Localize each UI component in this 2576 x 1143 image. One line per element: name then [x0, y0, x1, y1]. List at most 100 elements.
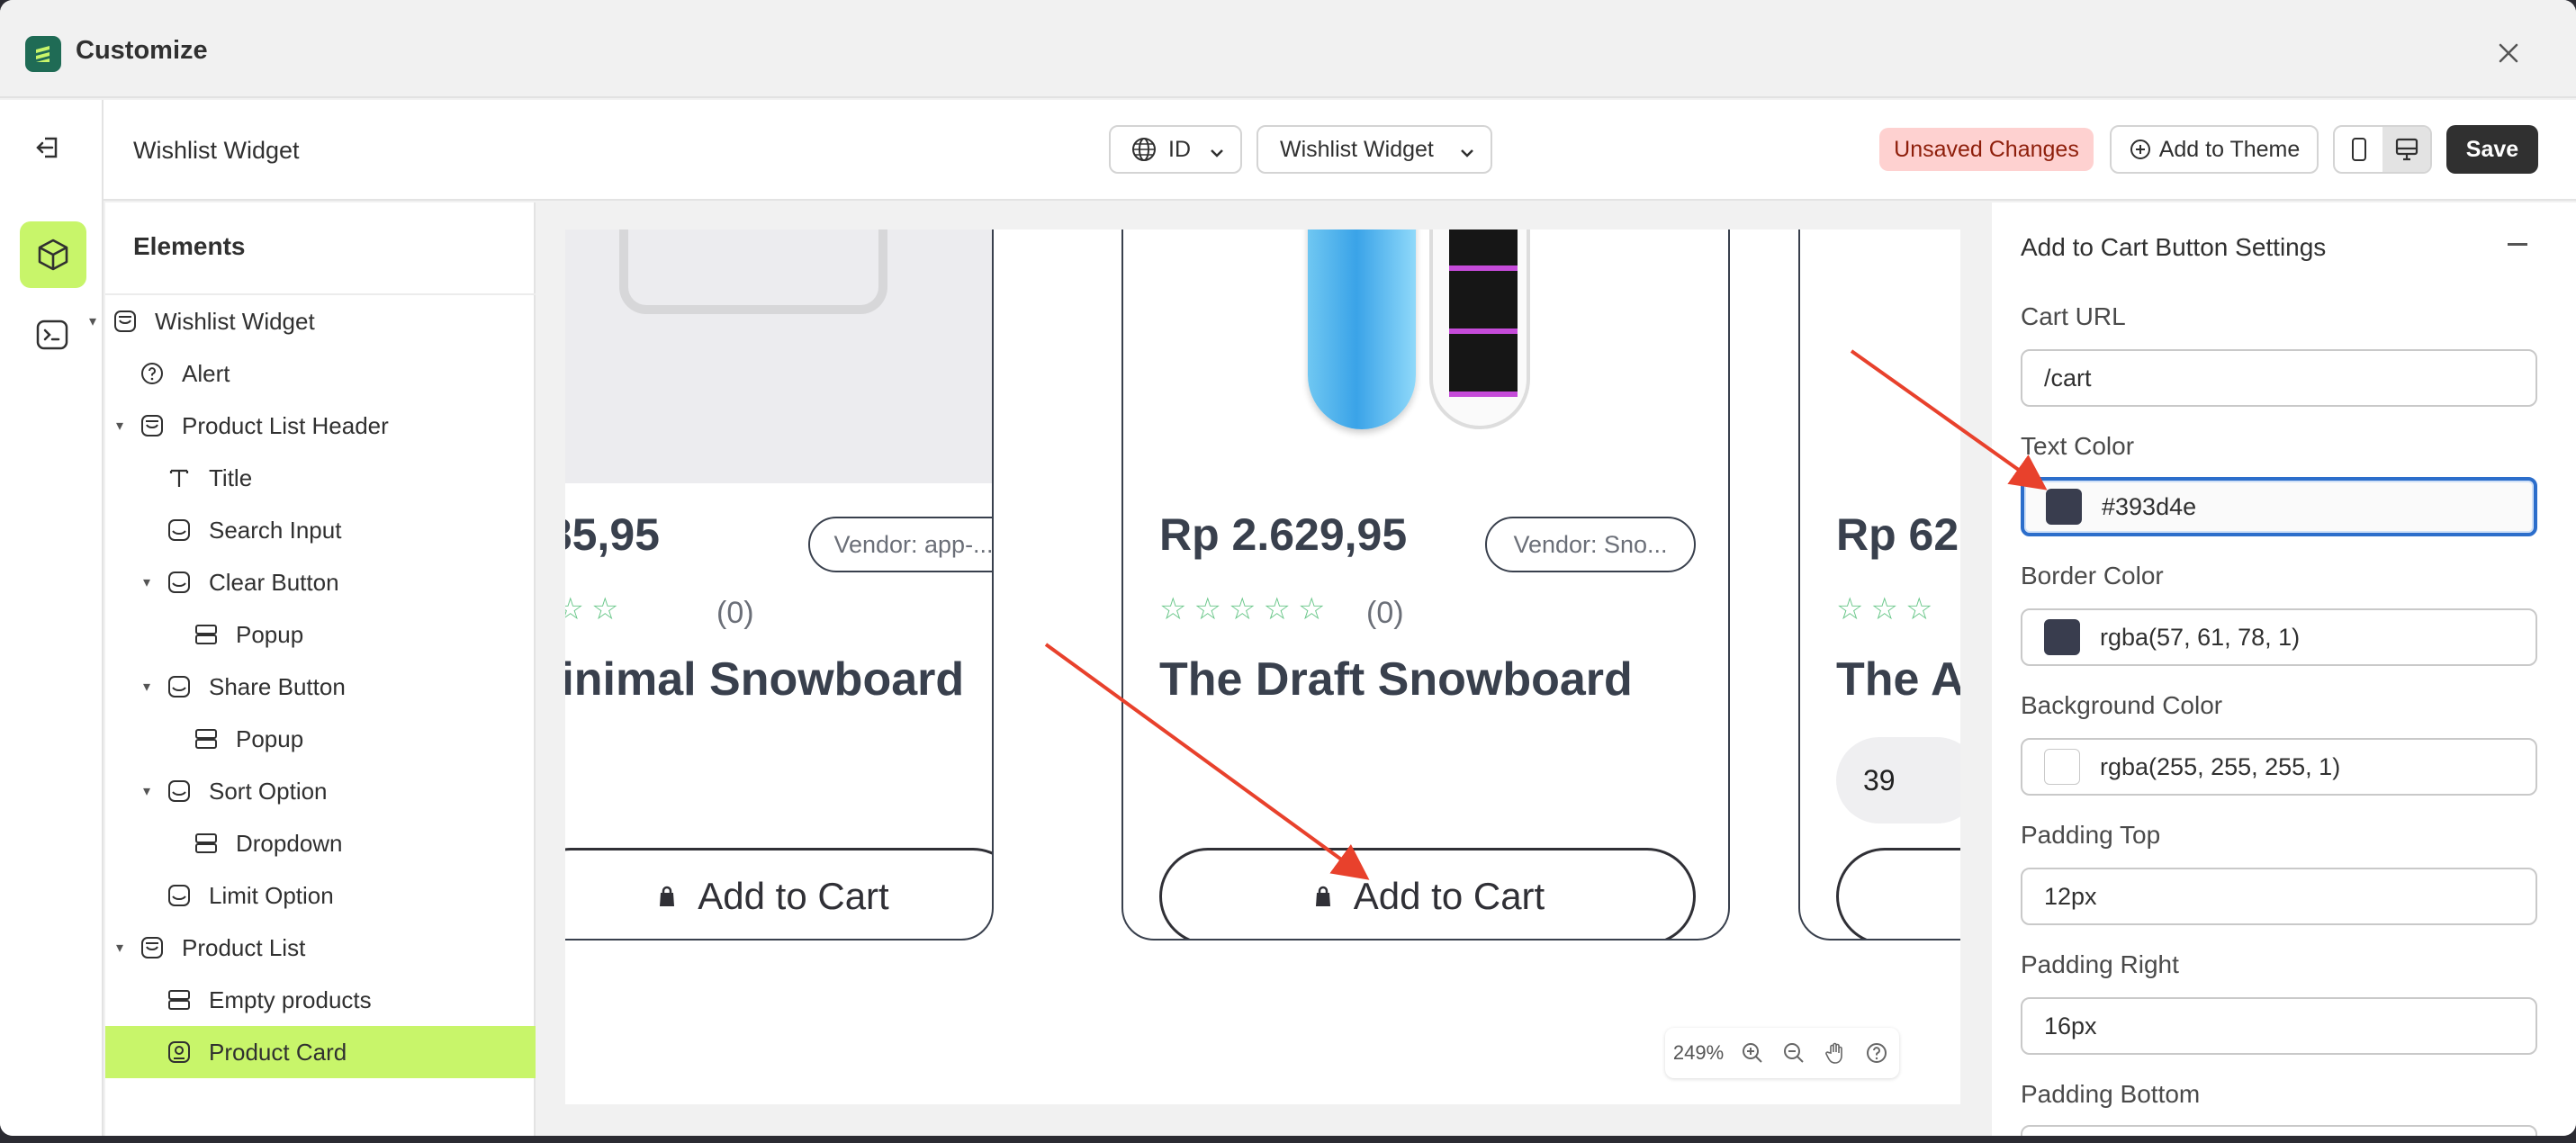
close-icon[interactable] [2493, 38, 2524, 68]
box-icon [166, 517, 193, 544]
add-to-cart-button[interactable]: Add to Cart [565, 848, 992, 939]
tree-item-label: Popup [236, 724, 304, 752]
question-circle-icon [139, 360, 166, 387]
border-color-field[interactable]: rgba(57, 61, 78, 1) [2021, 608, 2537, 666]
caret-down-icon[interactable]: ▾ [116, 939, 123, 957]
box-icon [166, 569, 193, 596]
add-to-cart-button[interactable]: Add to Cart [1159, 848, 1696, 939]
background-color-value: rgba(255, 255, 255, 1) [2100, 752, 2341, 780]
tree-item-dropdown[interactable]: Dropdown [105, 817, 536, 869]
save-button[interactable]: Save [2446, 125, 2538, 174]
rows-icon [166, 986, 193, 1013]
tree-item-alert[interactable]: Alert [105, 347, 536, 400]
product-name[interactable]: The Draft Snowboard [1159, 652, 1633, 706]
padding-bottom-field[interactable] [2021, 1125, 2537, 1136]
tree-item-label: Empty products [209, 986, 372, 1013]
shopping-bag-icon [654, 884, 680, 909]
add-to-theme-button[interactable]: Add to Theme [2110, 125, 2319, 174]
tree-item-empty-products[interactable]: Empty products [105, 974, 536, 1026]
text-color-field[interactable]: #393d4e [2021, 477, 2537, 536]
color-swatch[interactable] [2044, 749, 2080, 785]
product-card[interactable]: 385,95 Vendor: app-... ☆☆☆ (0) Minimal S… [565, 230, 994, 940]
padding-top-field[interactable]: 12px [2021, 868, 2537, 925]
tree-item-sort-option[interactable]: ▾ Sort Option [105, 765, 536, 817]
rating-stars: ☆☆☆ [565, 591, 618, 627]
window-title: Customize [76, 36, 208, 65]
desktop-view-icon[interactable] [2382, 127, 2430, 172]
product-name[interactable]: The Ar [1836, 652, 1960, 706]
code-terminal-icon[interactable] [32, 315, 72, 355]
template-value: Wishlist Widget [1280, 136, 1434, 162]
padding-right-field[interactable]: 16px [2021, 997, 2537, 1055]
color-swatch[interactable] [2046, 489, 2082, 525]
tree-item-share-button[interactable]: ▾ Share Button [105, 661, 536, 713]
tree-item-clear-button[interactable]: ▾ Clear Button [105, 556, 536, 608]
text-icon [166, 464, 193, 491]
tree-item-label: Popup [236, 620, 304, 648]
zoom-out-icon[interactable] [1773, 1028, 1815, 1078]
widget-icon [112, 308, 139, 335]
snowboard-blue [1308, 230, 1416, 429]
tree-item-search-input[interactable]: Search Input [105, 504, 536, 556]
elements-cube-icon[interactable] [20, 221, 86, 288]
product-card[interactable]: Rp 62 ☆☆☆ The Ar 39 [1798, 230, 1960, 940]
box-icon [166, 882, 193, 909]
tree-item-product-list[interactable]: ▾ Product List [105, 922, 536, 974]
cart-url-value: /cart [2044, 364, 2092, 392]
language-select[interactable]: ID [1109, 125, 1242, 174]
tree-item-wishlist-widget[interactable]: ▾ Wishlist Widget [89, 295, 536, 347]
collapse-icon[interactable] [2508, 243, 2527, 246]
box-icon [166, 778, 193, 805]
tree-item-popup[interactable]: Popup [105, 608, 536, 661]
border-color-label: Border Color [2021, 562, 2164, 590]
padding-top-label: Padding Top [2021, 821, 2161, 849]
cart-url-field[interactable]: /cart [2021, 349, 2537, 407]
rows-icon [193, 830, 220, 857]
tree-item-label: Product List [182, 933, 306, 961]
page-name: Wishlist Widget [133, 137, 300, 164]
caret-down-icon[interactable]: ▾ [116, 417, 123, 435]
help-icon[interactable] [1856, 1028, 1897, 1078]
mobile-view-icon[interactable] [2335, 127, 2382, 172]
zoom-in-icon[interactable] [1732, 1028, 1773, 1078]
tree-item-label: Sort Option [209, 777, 328, 805]
device-toggle [2333, 125, 2432, 174]
vendor-pill[interactable]: Vendor: app-... [808, 517, 992, 572]
caret-down-icon[interactable]: ▾ [89, 312, 96, 330]
zoom-toolbar: 249% [1665, 1028, 1899, 1078]
tree-item-limit-option[interactable]: Limit Option [105, 869, 536, 922]
template-select[interactable]: Wishlist Widget [1256, 125, 1492, 174]
background-color-label: Background Color [2021, 691, 2223, 719]
vendor-pill[interactable]: Vendor: Sno... [1485, 517, 1696, 572]
star-icon: ☆ [1905, 592, 1933, 626]
cart-url-label: Cart URL [2021, 302, 2126, 330]
product-name[interactable]: Minimal Snowboard [565, 652, 964, 706]
shopping-bag-icon [1311, 884, 1336, 909]
text-color-label: Text Color [2021, 432, 2135, 460]
caret-down-icon[interactable]: ▾ [143, 782, 150, 800]
add-to-cart-label: Add to Cart [698, 875, 889, 917]
background-color-field[interactable]: rgba(255, 255, 255, 1) [2021, 738, 2537, 796]
tree-item-popup[interactable]: Popup [105, 713, 536, 765]
tree-item-title[interactable]: Title [105, 452, 536, 504]
padding-right-value: 16px [2044, 1012, 2097, 1040]
zoom-level: 249% [1672, 1041, 1725, 1064]
quantity-input[interactable]: 39 [1836, 737, 1960, 824]
tree-item-label: Clear Button [209, 568, 339, 596]
tree-item-label: Search Input [209, 516, 342, 544]
app-logo-icon [25, 36, 61, 72]
add-to-cart-button[interactable] [1836, 848, 1960, 939]
card-icon [166, 1039, 193, 1066]
caret-down-icon[interactable]: ▾ [143, 573, 150, 591]
tree-item-product-card[interactable]: Product Card [105, 1026, 536, 1078]
snowboard-black [1429, 230, 1530, 429]
hand-pan-icon[interactable] [1815, 1028, 1856, 1078]
chevron-down-icon [1458, 142, 1476, 168]
color-swatch[interactable] [2044, 619, 2080, 655]
caret-down-icon[interactable]: ▾ [143, 678, 150, 696]
exit-icon[interactable] [31, 130, 67, 166]
tree-item-product-list-header[interactable]: ▾ Product List Header [105, 400, 536, 452]
tree-item-label: Dropdown [236, 829, 343, 857]
elements-heading: Elements [133, 232, 246, 260]
product-card[interactable]: Rp 2.629,95 Vendor: Sno... ☆ ☆ ☆ ☆ ☆ (0) The… [1121, 230, 1730, 940]
